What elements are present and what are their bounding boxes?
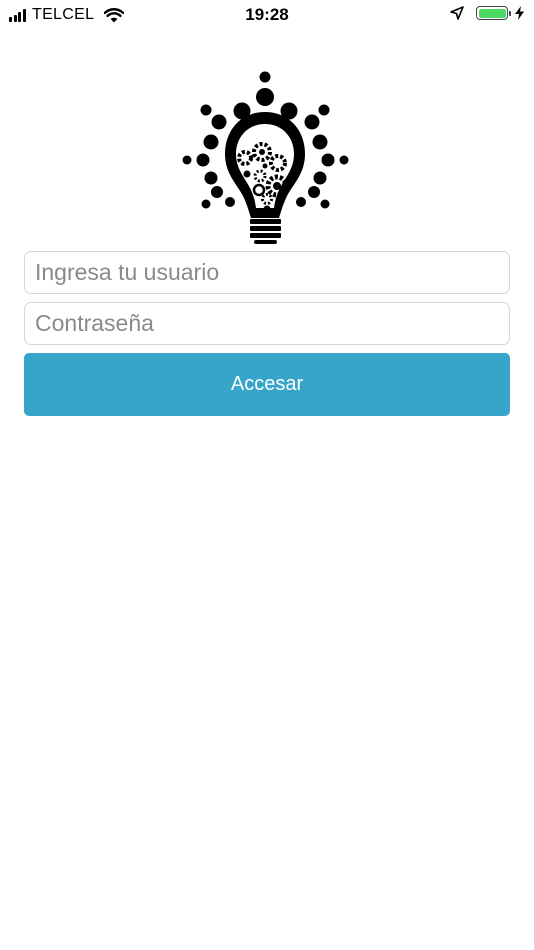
battery-icon <box>476 6 511 20</box>
login-button[interactable]: Accesar <box>24 353 510 416</box>
status-bar: TELCEL 19:28 <box>0 0 534 30</box>
battery-fill <box>478 8 506 18</box>
password-field[interactable] <box>24 302 510 345</box>
username-field[interactable] <box>24 251 510 294</box>
location-arrow-icon <box>450 6 464 20</box>
charging-bolt-icon <box>515 6 524 20</box>
status-right <box>450 6 524 20</box>
lightbulb-gears-logo <box>182 71 349 244</box>
